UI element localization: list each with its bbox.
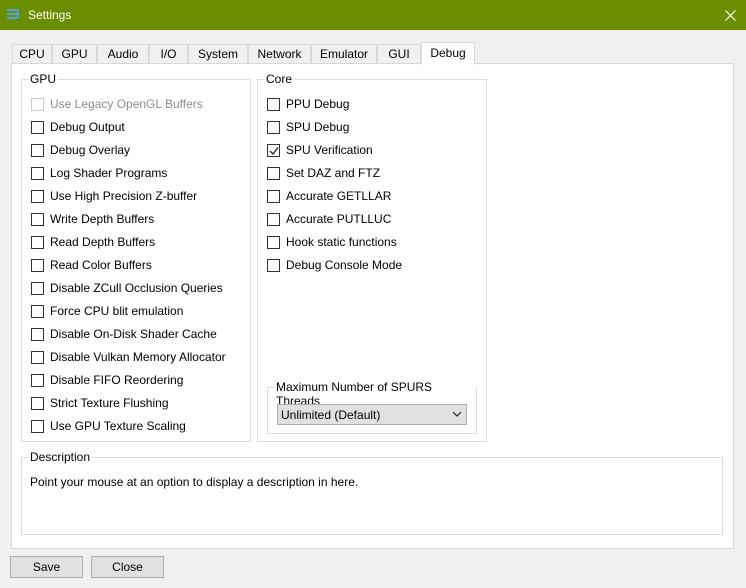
checkbox-disable-on-disk-shader-cache[interactable]: Disable On-Disk Shader Cache	[31, 326, 217, 342]
checkbox-spu-debug[interactable]: SPU Debug	[267, 119, 349, 135]
tab-cpu[interactable]: CPU	[12, 44, 52, 64]
checkbox-box[interactable]	[31, 258, 44, 272]
checkbox-label: Disable Vulkan Memory Allocator	[50, 350, 226, 364]
close-button[interactable]: Close	[91, 556, 164, 578]
checkbox-label: Force CPU blit emulation	[50, 304, 184, 318]
checkbox-spu-verification[interactable]: SPU Verification	[267, 142, 373, 158]
checkbox-label: Read Depth Buffers	[50, 235, 156, 249]
checkbox-label: Accurate GETLLAR	[286, 189, 392, 203]
spurs-threads-value: Unlimited (Default)	[281, 408, 381, 422]
checkbox-debug-output[interactable]: Debug Output	[31, 119, 125, 135]
checkbox-label: Disable On-Disk Shader Cache	[50, 327, 217, 341]
checkbox-box[interactable]	[31, 396, 44, 410]
tab-gui[interactable]: GUI	[377, 44, 421, 64]
tab-system[interactable]: System	[188, 44, 248, 64]
checkbox-label: Debug Output	[50, 120, 125, 134]
title-bar: Settings	[0, 0, 746, 30]
tab-io[interactable]: I/O	[149, 44, 188, 64]
checkbox-force-cpu-blit-emulation[interactable]: Force CPU blit emulation	[31, 303, 183, 319]
checkbox-box[interactable]	[267, 235, 280, 249]
checkbox-strict-texture-flushing[interactable]: Strict Texture Flushing	[31, 395, 169, 411]
checkbox-label: Use High Precision Z-buffer	[50, 189, 198, 203]
checkbox-label: Accurate PUTLLUC	[286, 212, 392, 226]
checkbox-label: Disable FIFO Reordering	[50, 373, 184, 387]
checkbox-set-daz-and-ftz[interactable]: Set DAZ and FTZ	[267, 165, 380, 181]
description-title: Description	[28, 450, 93, 464]
checkbox-label: Strict Texture Flushing	[50, 396, 169, 410]
tab-debug[interactable]: Debug	[421, 42, 475, 65]
checkbox-label: Write Depth Buffers	[50, 212, 155, 226]
tab-emulator[interactable]: Emulator	[311, 44, 377, 64]
checkbox-use-gpu-texture-scaling[interactable]: Use GPU Texture Scaling	[31, 418, 186, 434]
tab-gpu[interactable]: GPU	[52, 44, 97, 64]
checkbox-disable-vulkan-memory-allocator[interactable]: Disable Vulkan Memory Allocator	[31, 349, 226, 365]
checkbox-read-color-buffers[interactable]: Read Color Buffers	[31, 257, 152, 273]
checkbox-accurate-getllar[interactable]: Accurate GETLLAR	[267, 188, 391, 204]
gpu-group-title: GPU	[28, 72, 59, 86]
tab-audio[interactable]: Audio	[97, 44, 149, 64]
description-groupbox: Description Point your mouse at an optio…	[21, 450, 723, 535]
checkbox-box[interactable]	[267, 212, 280, 226]
save-button[interactable]: Save	[10, 556, 83, 578]
checkbox-box[interactable]	[31, 304, 44, 318]
checkbox-read-depth-buffers[interactable]: Read Depth Buffers	[31, 234, 155, 250]
checkbox-log-shader-programs[interactable]: Log Shader Programs	[31, 165, 167, 181]
checkbox-hook-static-functions[interactable]: Hook static functions	[267, 234, 397, 250]
checkbox-use-legacy-opengl-buffers: Use Legacy OpenGL Buffers	[31, 96, 203, 112]
checkbox-disable-fifo-reordering[interactable]: Disable FIFO Reordering	[31, 372, 183, 388]
checkbox-write-depth-buffers[interactable]: Write Depth Buffers	[31, 211, 154, 227]
checkbox-box[interactable]	[31, 350, 44, 364]
app-icon	[7, 9, 19, 19]
close-window-button[interactable]	[714, 0, 746, 30]
checkbox-box[interactable]	[31, 166, 44, 180]
checkbox-box[interactable]	[31, 120, 44, 134]
checkmark-icon	[269, 146, 279, 155]
checkbox-box[interactable]	[267, 120, 280, 134]
checkbox-box[interactable]	[267, 189, 280, 203]
tab-network[interactable]: Network	[248, 44, 311, 64]
checkbox-box[interactable]	[31, 373, 44, 387]
checkbox-disable-zcull-occlusion-queries[interactable]: Disable ZCull Occlusion Queries	[31, 280, 223, 296]
checkbox-box[interactable]	[31, 235, 44, 249]
checkbox-label: Log Shader Programs	[50, 166, 168, 180]
checkbox-label: Debug Overlay	[50, 143, 131, 157]
checkbox-box[interactable]	[31, 281, 44, 295]
checkbox-use-high-precision-z-buffer[interactable]: Use High Precision Z-buffer	[31, 188, 197, 204]
checkbox-label: Use GPU Texture Scaling	[50, 419, 186, 433]
checkbox-ppu-debug[interactable]: PPU Debug	[267, 96, 349, 112]
checkbox-label: Hook static functions	[286, 235, 397, 249]
checkbox-debug-console-mode[interactable]: Debug Console Mode	[267, 257, 402, 273]
checkbox-box[interactable]	[31, 189, 44, 203]
checkbox-box[interactable]	[267, 166, 280, 180]
checkbox-label: SPU Debug	[286, 120, 350, 134]
checkbox-box[interactable]	[267, 97, 280, 111]
checkbox-box[interactable]	[31, 212, 44, 226]
checkbox-box[interactable]	[31, 327, 44, 341]
core-group-title: Core	[264, 72, 295, 86]
checkbox-label: Use Legacy OpenGL Buffers	[50, 97, 203, 111]
checkbox-box[interactable]	[31, 419, 44, 433]
checkbox-box[interactable]	[267, 258, 280, 272]
description-text: Point your mouse at an option to display…	[30, 475, 359, 489]
checkbox-label: Set DAZ and FTZ	[286, 166, 381, 180]
checkbox-box	[31, 97, 44, 111]
window-title: Settings	[28, 8, 72, 22]
checkbox-accurate-putlluc[interactable]: Accurate PUTLLUC	[267, 211, 391, 227]
checkbox-box[interactable]	[267, 143, 280, 157]
chevron-down-icon	[452, 411, 462, 417]
checkbox-label: PPU Debug	[286, 97, 350, 111]
checkbox-label: Disable ZCull Occlusion Queries	[50, 281, 223, 295]
close-icon	[724, 9, 736, 21]
checkbox-box[interactable]	[31, 143, 44, 157]
checkbox-label: SPU Verification	[286, 143, 373, 157]
checkbox-label: Read Color Buffers	[50, 258, 152, 272]
checkbox-label: Debug Console Mode	[286, 258, 403, 272]
spurs-threads-select[interactable]: Unlimited (Default)	[277, 404, 467, 425]
checkbox-debug-overlay[interactable]: Debug Overlay	[31, 142, 130, 158]
